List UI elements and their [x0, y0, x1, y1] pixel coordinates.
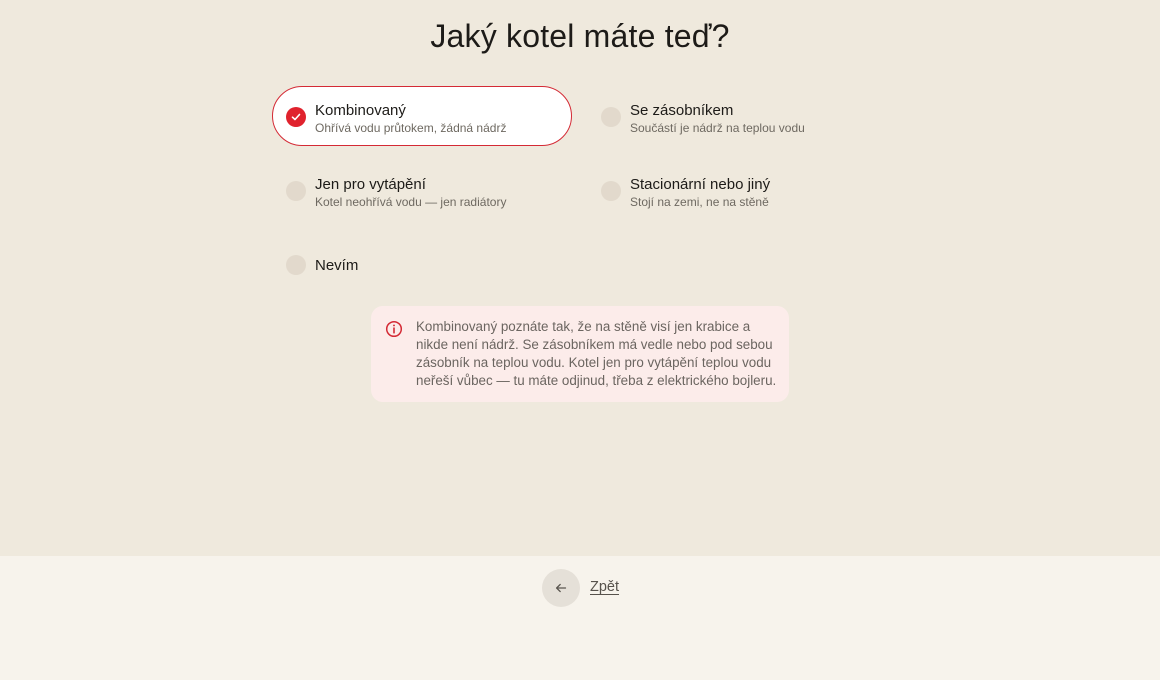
option-label: Nevím: [315, 257, 359, 274]
radio-checked[interactable]: [286, 107, 306, 127]
radio-unchecked[interactable]: [286, 255, 306, 275]
option-description: Ohřívá vodu průtokem, žádná nádrž: [315, 121, 507, 135]
option-kombinovany[interactable]: Kombinovaný Ohřívá vodu průtokem, žádná …: [272, 86, 572, 146]
option-se-zasobnikem[interactable]: Se zásobníkem Součástí je nádrž na teplo…: [587, 86, 887, 146]
option-description: Součástí je nádrž na teplou vodu: [630, 121, 805, 135]
footer-nav-area: [0, 556, 1160, 680]
option-label: Jen pro vytápění: [315, 176, 426, 193]
info-text: Kombinovaný poznáte tak, že na stěně vis…: [416, 319, 777, 388]
info-circle-icon: [385, 320, 403, 338]
arrow-left-icon: [555, 583, 567, 593]
info-box: Kombinovaný poznáte tak, že na stěně vis…: [371, 306, 789, 402]
checkmark-icon: [291, 113, 301, 121]
back-button[interactable]: [542, 569, 580, 607]
option-description: Kotel neohřívá vodu — jen radiátory: [315, 195, 507, 209]
option-label: Kombinovaný: [315, 102, 406, 119]
option-stacionarni[interactable]: Stacionární nebo jiný Stojí na zemi, ne …: [587, 160, 887, 220]
radio-unchecked[interactable]: [601, 107, 621, 127]
option-label: Se zásobníkem: [630, 102, 734, 119]
question-area: [0, 0, 1160, 556]
back-link[interactable]: Zpět: [590, 579, 619, 595]
radio-unchecked[interactable]: [601, 181, 621, 201]
option-nevim[interactable]: Nevím: [272, 234, 572, 294]
option-label: Stacionární nebo jiný: [630, 176, 771, 193]
radio-unchecked[interactable]: [286, 181, 306, 201]
option-jen-pro-vytapeni[interactable]: Jen pro vytápění Kotel neohřívá vodu — j…: [272, 160, 572, 220]
option-description: Stojí na zemi, ne na stěně: [630, 195, 769, 209]
page-title: Jaký kotel máte teď?: [430, 18, 730, 54]
